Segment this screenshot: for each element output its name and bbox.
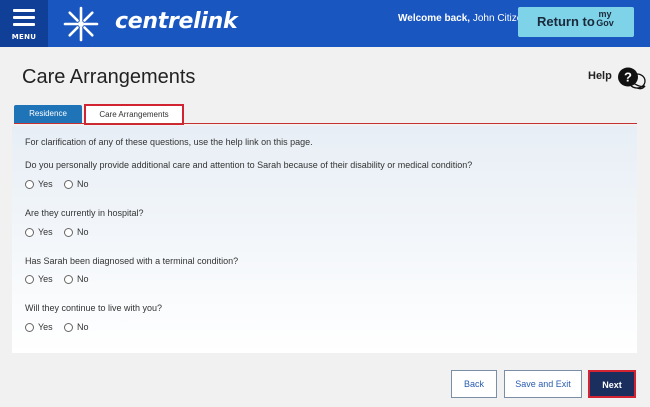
form-intro-text: For clarification of any of these questi… [25,137,313,147]
centrelink-star-logo-icon [63,6,99,42]
radio-label: Yes [38,274,53,284]
hamburger-icon [13,9,35,30]
tab-underline-divider [14,123,637,124]
question-terminal-condition: Has Sarah been diagnosed with a terminal… [25,256,239,266]
radio-button[interactable] [64,228,73,237]
radio-button[interactable] [25,180,34,189]
mygov-line2: Gov [596,18,614,28]
return-to-mygov-button[interactable]: Return to my Gov [518,7,634,37]
top-header: MENU centrelink Welcome back, John Citiz… [0,0,650,47]
radio-label: Yes [38,179,53,189]
brand-logo-text[interactable]: centrelink [115,9,238,34]
menu-label: MENU [11,33,37,41]
save-and-exit-button[interactable]: Save and Exit [504,370,582,398]
page-title: Care Arrangements [22,66,196,88]
radio-button[interactable] [25,275,34,284]
menu-button[interactable]: MENU [0,0,48,47]
radio-button[interactable] [25,323,34,332]
welcome-message: Welcome back, John Citizen [398,13,528,24]
question-live-with-you: Will they continue to live with you? [25,303,163,313]
radio-button[interactable] [25,228,34,237]
care-arrangements-form: For clarification of any of these questi… [12,126,637,353]
radio-button[interactable] [64,323,73,332]
tab-residence[interactable]: Residence [14,105,82,123]
question-additional-care: Do you personally provide additional car… [25,160,473,170]
welcome-prefix: Welcome back, [398,13,471,24]
radio-label: No [77,179,89,189]
radio-button[interactable] [64,275,73,284]
radio-label: No [77,274,89,284]
return-to-label: Return to [537,14,595,29]
question-bubble-icon[interactable]: ? [615,66,647,92]
back-button[interactable]: Back [451,370,497,398]
question-in-hospital: Are they currently in hospital? [25,208,144,218]
mygov-logo: my Gov [594,10,616,28]
help-link[interactable]: Help [588,70,612,82]
radio-button[interactable] [64,180,73,189]
radio-label: No [77,227,89,237]
radio-label: No [77,322,89,332]
tab-care-arrangements[interactable]: Care Arrangements [84,104,184,125]
next-button[interactable]: Next [588,370,636,398]
radio-label: Yes [38,227,53,237]
radio-label: Yes [38,322,53,332]
svg-text:?: ? [624,70,632,85]
